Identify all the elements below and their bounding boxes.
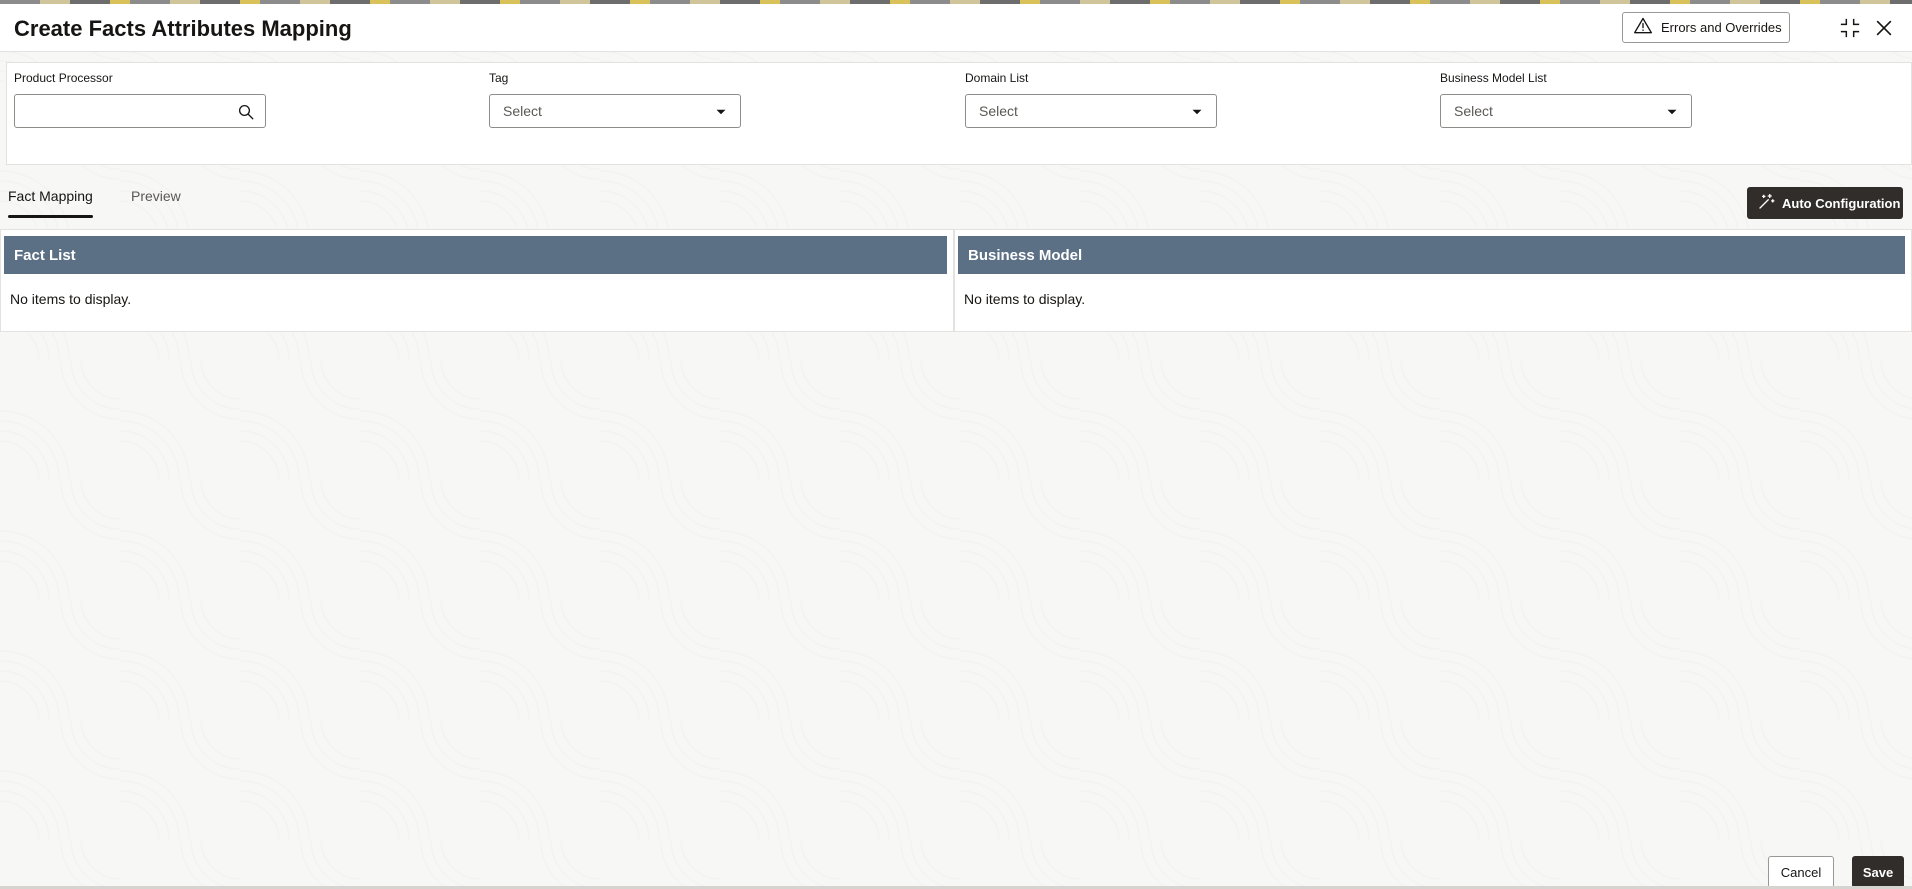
caret-down-icon — [1663, 103, 1681, 121]
save-button[interactable]: Save — [1852, 856, 1904, 888]
errors-and-overrides-button[interactable]: Errors and Overrides — [1622, 12, 1790, 43]
tag-label: Tag — [489, 71, 509, 85]
search-icon[interactable] — [237, 103, 255, 121]
domain-list-select-value: Select — [979, 103, 1018, 119]
caret-down-icon — [1188, 103, 1206, 121]
filter-panel: Product Processor Tag Select Domain List… — [6, 62, 1912, 165]
business-model-list-label: Business Model List — [1440, 71, 1547, 85]
business-model-list-select[interactable]: Select — [1440, 94, 1692, 128]
tab-preview[interactable]: Preview — [131, 186, 181, 220]
auto-configuration-label: Auto Configuration — [1782, 195, 1901, 211]
tag-select[interactable]: Select — [489, 94, 741, 128]
business-model-panel: Business Model No items to display. — [954, 229, 1912, 332]
tag-field: Tag Select — [489, 71, 741, 128]
business-model-list-select-value: Select — [1454, 103, 1493, 119]
tab-fact-mapping[interactable]: Fact Mapping — [8, 186, 93, 220]
errors-and-overrides-label: Errors and Overrides — [1661, 20, 1782, 35]
domain-list-label: Domain List — [965, 71, 1029, 85]
domain-list-select[interactable]: Select — [965, 94, 1217, 128]
fact-list-panel: Fact List No items to display. — [0, 229, 954, 332]
business-model-header: Business Model — [958, 236, 1905, 274]
page-title: Create Facts Attributes Mapping — [14, 16, 352, 41]
close-icon[interactable] — [1873, 17, 1895, 39]
auto-configuration-button[interactable]: Auto Configuration — [1747, 187, 1903, 219]
domain-list-field: Domain List Select — [965, 71, 1217, 128]
page-header: Create Facts Attributes Mapping Errors a… — [0, 4, 1912, 52]
business-model-empty-message: No items to display. — [964, 291, 1086, 307]
fact-list-header: Fact List — [4, 236, 947, 274]
minimize-icon[interactable] — [1839, 17, 1861, 39]
magic-wand-icon — [1757, 193, 1775, 214]
tag-select-value: Select — [503, 103, 542, 119]
warning-icon — [1633, 16, 1653, 39]
business-model-list-field: Business Model List Select — [1440, 71, 1692, 128]
caret-down-icon — [712, 103, 730, 121]
cancel-button[interactable]: Cancel — [1768, 856, 1834, 888]
fact-list-empty-message: No items to display. — [10, 291, 132, 307]
product-processor-input[interactable] — [14, 94, 266, 128]
product-processor-field: Product Processor — [14, 71, 266, 128]
product-processor-label: Product Processor — [14, 71, 113, 85]
